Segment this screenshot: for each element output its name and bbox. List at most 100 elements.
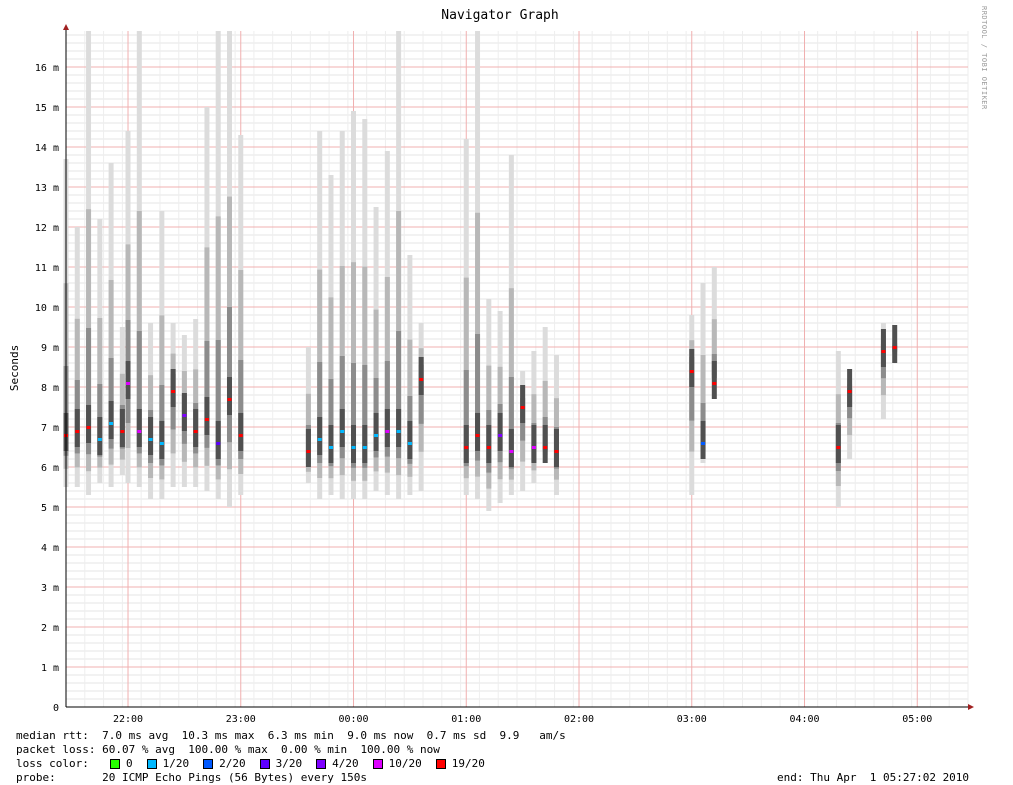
median-marker — [75, 430, 80, 433]
smoke-band — [711, 361, 717, 399]
median-marker — [498, 434, 503, 437]
median-marker — [148, 438, 153, 441]
median-marker — [362, 446, 367, 449]
smoke-band — [497, 413, 503, 451]
smoke-band — [508, 429, 514, 467]
smoke-band — [204, 397, 210, 435]
y-tick-label: 4 m — [41, 543, 59, 554]
median-marker — [554, 450, 559, 453]
median-marker — [204, 418, 209, 421]
median-marker — [407, 442, 412, 445]
median-marker — [396, 430, 401, 433]
median-marker — [340, 430, 345, 433]
smoke-band — [97, 417, 103, 455]
smoke-band — [238, 413, 244, 451]
median-marker — [531, 446, 536, 449]
median-marker — [351, 446, 356, 449]
median-rtt-max: 10.3 ms max — [181, 729, 255, 742]
y-tick-label: 3 m — [41, 583, 59, 594]
x-tick-label: 00:00 — [338, 714, 368, 725]
smoke-band — [226, 307, 232, 443]
smoke-band — [700, 421, 706, 459]
smoke-band — [215, 421, 221, 459]
median-marker — [847, 390, 852, 393]
smoke-band — [108, 401, 114, 439]
probe-label: probe: — [16, 771, 56, 784]
median-marker — [227, 398, 232, 401]
median-marker — [689, 370, 694, 373]
median-marker — [712, 382, 717, 385]
median-marker — [238, 434, 243, 437]
x-tick-label: 02:00 — [564, 714, 594, 725]
y-tick-label: 8 m — [41, 383, 59, 394]
median-marker — [475, 434, 480, 437]
median-rtt-ams: 9.9 am/s — [499, 729, 566, 742]
packet-loss-now: 100.00 % now — [360, 743, 440, 756]
median-marker — [86, 426, 91, 429]
median-rtt-label: median rtt: — [16, 729, 89, 742]
loss-color-label-item: 4/20 — [332, 757, 359, 770]
smoke-band — [148, 417, 154, 455]
smoke-band — [520, 385, 526, 423]
median-marker — [543, 446, 548, 449]
legend-loss-color: loss color: 0 1/20 2/20 3/20 4/20 10/20 19/20 — [16, 757, 566, 771]
packet-loss-min: 0.00 % min — [280, 743, 348, 756]
smoke-band — [847, 369, 853, 407]
loss-color-swatch — [372, 759, 383, 769]
legend-packet-loss: packet loss: 60.07 % avg 100.00 % max 0.… — [16, 743, 566, 757]
loss-color-label-item: 3/20 — [275, 757, 303, 770]
median-marker — [881, 350, 886, 353]
probe-text: 20 ICMP Echo Pings (56 Bytes) every 150s — [102, 771, 368, 784]
smoke-band — [328, 425, 334, 463]
median-marker — [328, 446, 333, 449]
median-marker — [701, 442, 706, 445]
median-marker — [317, 438, 322, 441]
y-tick-label: 12 m — [35, 223, 59, 234]
smoke-band — [880, 329, 886, 367]
loss-color-item: 10/20 — [372, 757, 422, 771]
y-tick-label: 7 m — [41, 423, 59, 434]
smoke-band — [193, 409, 199, 447]
median-marker — [171, 390, 176, 393]
median-marker — [109, 422, 114, 425]
y-tick-label: 10 m — [35, 303, 59, 314]
smoke-band — [317, 417, 323, 455]
smoke-band — [384, 409, 390, 447]
loss-color-swatch — [110, 759, 120, 769]
smoke-band — [542, 425, 548, 463]
smoke-band — [531, 425, 537, 463]
chart-title: Navigator Graph — [441, 8, 559, 23]
smoke-band — [362, 425, 368, 463]
smoke-band — [418, 357, 424, 395]
loss-color-swatch — [146, 759, 157, 769]
loss-color-label-item: 19/20 — [451, 757, 485, 770]
smoke-band — [125, 361, 131, 399]
smoke-band — [339, 409, 345, 447]
smoke-band — [553, 429, 559, 467]
smoke-band — [74, 409, 80, 447]
loss-color-swatch — [435, 759, 446, 769]
x-tick-label: 01:00 — [451, 714, 481, 725]
loss-color-swatch — [259, 759, 270, 769]
loss-color-item: 4/20 — [316, 757, 359, 771]
loss-color-item: 0 — [110, 757, 133, 771]
loss-color-item: 2/20 — [203, 757, 246, 771]
median-marker — [509, 450, 514, 453]
y-axis-arrow — [63, 24, 69, 30]
smoke-band — [463, 425, 469, 463]
smoke-band — [119, 409, 125, 447]
median-rtt-sd: 0.7 ms sd — [426, 729, 487, 742]
loss-color-items: 0 1/20 2/20 3/20 4/20 10/20 19/20 — [110, 757, 499, 771]
smoke-band — [305, 429, 311, 467]
packet-loss-label: packet loss: — [16, 743, 96, 756]
y-tick-label: 6 m — [41, 463, 59, 474]
loss-color-label-item: 10/20 — [388, 757, 422, 770]
rrdtool-watermark: RRDTOOL / TOBI OETIKER — [980, 6, 988, 110]
median-marker — [385, 430, 390, 433]
x-tick-label: 22:00 — [113, 714, 143, 725]
median-marker — [126, 382, 131, 385]
y-tick-label: 14 m — [35, 143, 59, 154]
smoke-band — [689, 349, 695, 387]
median-marker — [520, 406, 525, 409]
median-marker — [182, 414, 187, 417]
